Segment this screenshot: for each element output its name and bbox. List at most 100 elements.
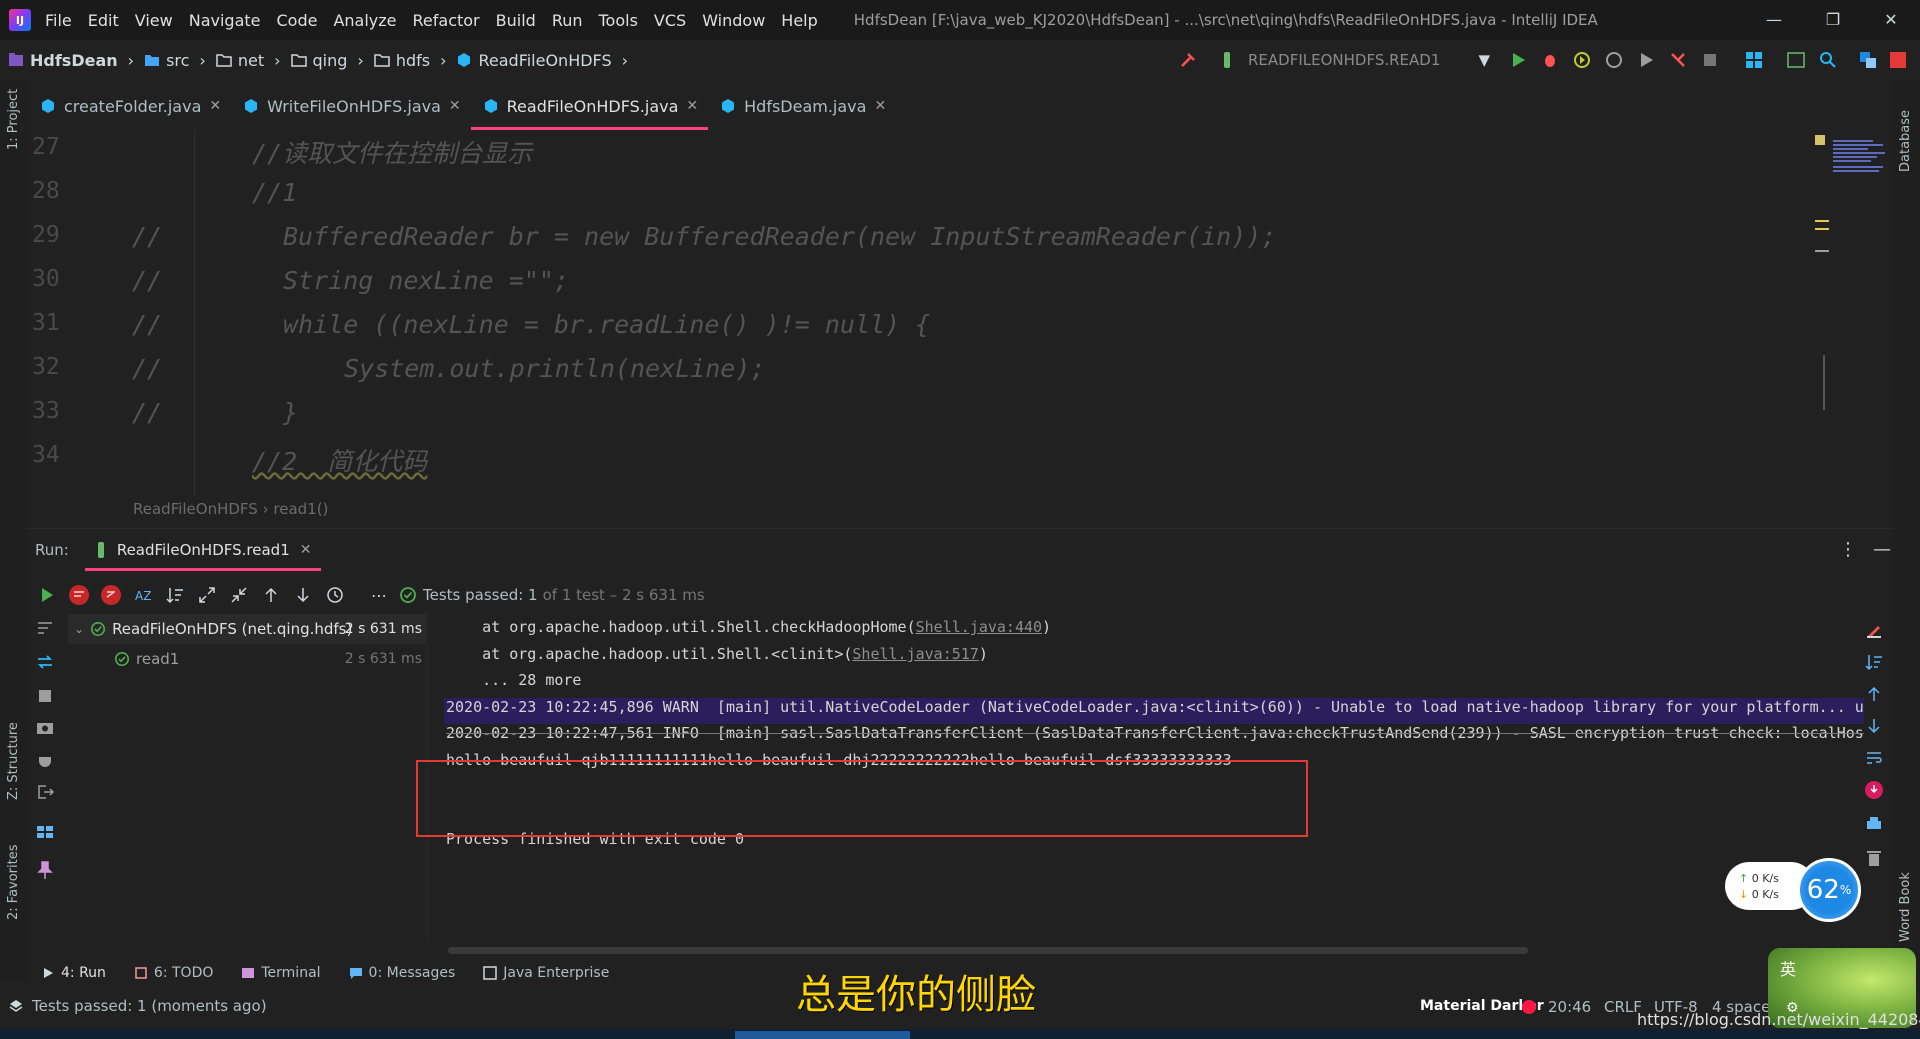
word-book-tool-button[interactable]: Word Book xyxy=(1898,872,1913,942)
crumb-src[interactable]: src › xyxy=(144,51,206,70)
menu-vcs[interactable]: VCS xyxy=(654,11,686,30)
print-icon[interactable] xyxy=(1864,814,1884,834)
close-window-button[interactable]: ✕ xyxy=(1879,8,1903,32)
menu-view[interactable]: View xyxy=(135,11,173,30)
collapse-all-icon[interactable] xyxy=(227,583,251,607)
structure-tool-button[interactable]: Z: Structure xyxy=(6,722,21,800)
menu-window[interactable]: Window xyxy=(702,11,765,30)
tab-create-folder[interactable]: createFolder.java ✕ xyxy=(28,82,231,130)
hide-panel-icon[interactable]: — xyxy=(1873,539,1891,560)
chevron-down-icon[interactable]: ⌄ xyxy=(74,622,84,636)
source-link[interactable]: Shell.java:440 xyxy=(916,618,1042,636)
restore-button[interactable]: ❐ xyxy=(1821,8,1845,32)
plugin-icon[interactable] xyxy=(1888,50,1908,70)
breadcrumb-method[interactable]: read1() xyxy=(273,500,328,518)
search-icon[interactable] xyxy=(1818,50,1838,70)
network-speed-widget[interactable]: ↑ 0 K/s ↓ 0 K/s 62% xyxy=(1725,858,1861,922)
menu-file[interactable]: File xyxy=(45,11,72,30)
exit-icon[interactable] xyxy=(35,782,55,802)
more-options-icon[interactable]: ⋮ xyxy=(1839,539,1857,560)
tab-read-file[interactable]: ReadFileOnHDFS.java ✕ xyxy=(470,82,709,130)
project-tool-button[interactable]: 1: Project xyxy=(6,89,21,150)
menu-refactor[interactable]: Refactor xyxy=(413,11,480,30)
minimize-button[interactable]: — xyxy=(1762,8,1786,32)
database-tool-button[interactable]: Database xyxy=(1898,110,1913,172)
menu-tools[interactable]: Tools xyxy=(599,11,638,30)
close-tab-icon[interactable]: ✕ xyxy=(209,98,221,114)
plug-icon[interactable] xyxy=(35,750,55,770)
tool-tab-todo[interactable]: 6: TODO xyxy=(134,965,213,981)
menu-help[interactable]: Help xyxy=(781,11,817,30)
test-case-row[interactable]: read1 2 s 631 ms xyxy=(68,644,426,674)
debug-icon[interactable] xyxy=(1540,50,1560,70)
crumb-project[interactable]: HdfsDean › xyxy=(8,51,134,70)
run-icon[interactable] xyxy=(1508,50,1528,70)
run-configuration-selector[interactable]: READFILEONHDFS.READ1 ▼ xyxy=(1212,46,1496,74)
menu-build[interactable]: Build xyxy=(496,11,536,30)
toggle-auto-test-icon[interactable] xyxy=(35,652,55,672)
translate-icon[interactable] xyxy=(1858,50,1878,70)
scroll-up-icon[interactable] xyxy=(1864,684,1884,704)
test-suite-row[interactable]: ⌄ ReadFileOnHDFS (net.qing.hdfs) 2 s 631… xyxy=(68,614,426,644)
rerun-icon[interactable] xyxy=(35,583,59,607)
previous-failed-icon[interactable] xyxy=(259,583,283,607)
crumb-qing[interactable]: qing › xyxy=(290,51,364,70)
close-tab-icon[interactable]: ✕ xyxy=(686,98,698,114)
breadcrumb-class[interactable]: ReadFileOnHDFS xyxy=(133,500,258,518)
tool-tab-run[interactable]: 4: Run xyxy=(41,965,106,981)
build-hammer-icon[interactable] xyxy=(1178,50,1198,70)
pin-icon[interactable] xyxy=(35,860,55,880)
run-tab[interactable]: ReadFileOnHDFS.read1 ✕ xyxy=(84,529,322,571)
close-tab-icon[interactable]: ✕ xyxy=(300,542,312,558)
minimap[interactable] xyxy=(1815,130,1895,430)
camera-icon[interactable] xyxy=(35,718,55,738)
expand-all-icon[interactable] xyxy=(195,583,219,607)
stop-icon[interactable] xyxy=(1700,50,1720,70)
crumb-class[interactable]: ReadFileOnHDFS › xyxy=(456,51,628,70)
attach-debugger-icon[interactable] xyxy=(1668,50,1688,70)
delete-icon[interactable] xyxy=(1864,848,1884,868)
crumb-src-label: src xyxy=(166,50,190,70)
source-link[interactable]: Shell.java:517 xyxy=(852,645,978,663)
more-actions-icon[interactable]: ⋯ xyxy=(367,583,391,607)
editor-breadcrumb[interactable]: ReadFileOnHDFS › read1() xyxy=(133,500,328,518)
caret-position[interactable]: 20:46 xyxy=(1548,998,1591,1016)
tab-write-file[interactable]: WriteFileOnHDFS.java ✕ xyxy=(231,82,471,130)
code-editor[interactable]: 27 //读取文件在控制台显示 28 //1 29 // BufferedReader … xyxy=(28,130,1868,496)
close-tab-icon[interactable]: ✕ xyxy=(874,98,886,114)
tab-hdfs-deam[interactable]: HdfsDeam.java ✕ xyxy=(708,82,896,130)
sort-duration-icon[interactable] xyxy=(163,583,187,607)
console-horizontal-scrollbar[interactable] xyxy=(448,947,1528,954)
favorites-tool-button[interactable]: 2: Favorites xyxy=(6,844,21,920)
soft-wrap-console-icon[interactable] xyxy=(1864,748,1884,768)
soft-wrap-icon[interactable] xyxy=(35,618,55,638)
project-structure-icon[interactable] xyxy=(1744,50,1764,70)
profile-icon[interactable] xyxy=(1604,50,1624,70)
stop-small-icon[interactable] xyxy=(35,686,55,706)
menu-navigate[interactable]: Navigate xyxy=(189,11,261,30)
rerun-failed-icon[interactable] xyxy=(67,583,91,607)
tool-tab-java-enterprise[interactable]: Java Enterprise xyxy=(483,965,609,981)
clear-console-icon[interactable] xyxy=(1864,620,1884,640)
import-icon[interactable] xyxy=(1864,780,1884,800)
tool-tab-terminal[interactable]: Terminal xyxy=(241,965,321,981)
history-icon[interactable] xyxy=(323,583,347,607)
menu-edit[interactable]: Edit xyxy=(88,11,119,30)
sort-alpha-icon[interactable]: AZ xyxy=(131,583,155,607)
run-more-icon[interactable] xyxy=(1636,50,1656,70)
menu-code[interactable]: Code xyxy=(277,11,318,30)
scroll-down-icon[interactable] xyxy=(1864,716,1884,736)
event-log-icon[interactable] xyxy=(8,998,24,1014)
layout-icon[interactable] xyxy=(35,822,55,842)
stop-failed-icon[interactable] xyxy=(99,583,123,607)
tool-tab-messages[interactable]: 0: Messages xyxy=(349,965,455,981)
terminal-toolbar-icon[interactable] xyxy=(1786,50,1806,70)
sort-icon[interactable] xyxy=(1864,652,1884,672)
coverage-icon[interactable] xyxy=(1572,50,1592,70)
crumb-hdfs[interactable]: hdfs › xyxy=(374,51,446,70)
crumb-net[interactable]: net › xyxy=(216,51,281,70)
next-failed-icon[interactable] xyxy=(291,583,315,607)
menu-run[interactable]: Run xyxy=(552,11,583,30)
close-tab-icon[interactable]: ✕ xyxy=(449,98,461,114)
menu-analyze[interactable]: Analyze xyxy=(333,11,396,30)
